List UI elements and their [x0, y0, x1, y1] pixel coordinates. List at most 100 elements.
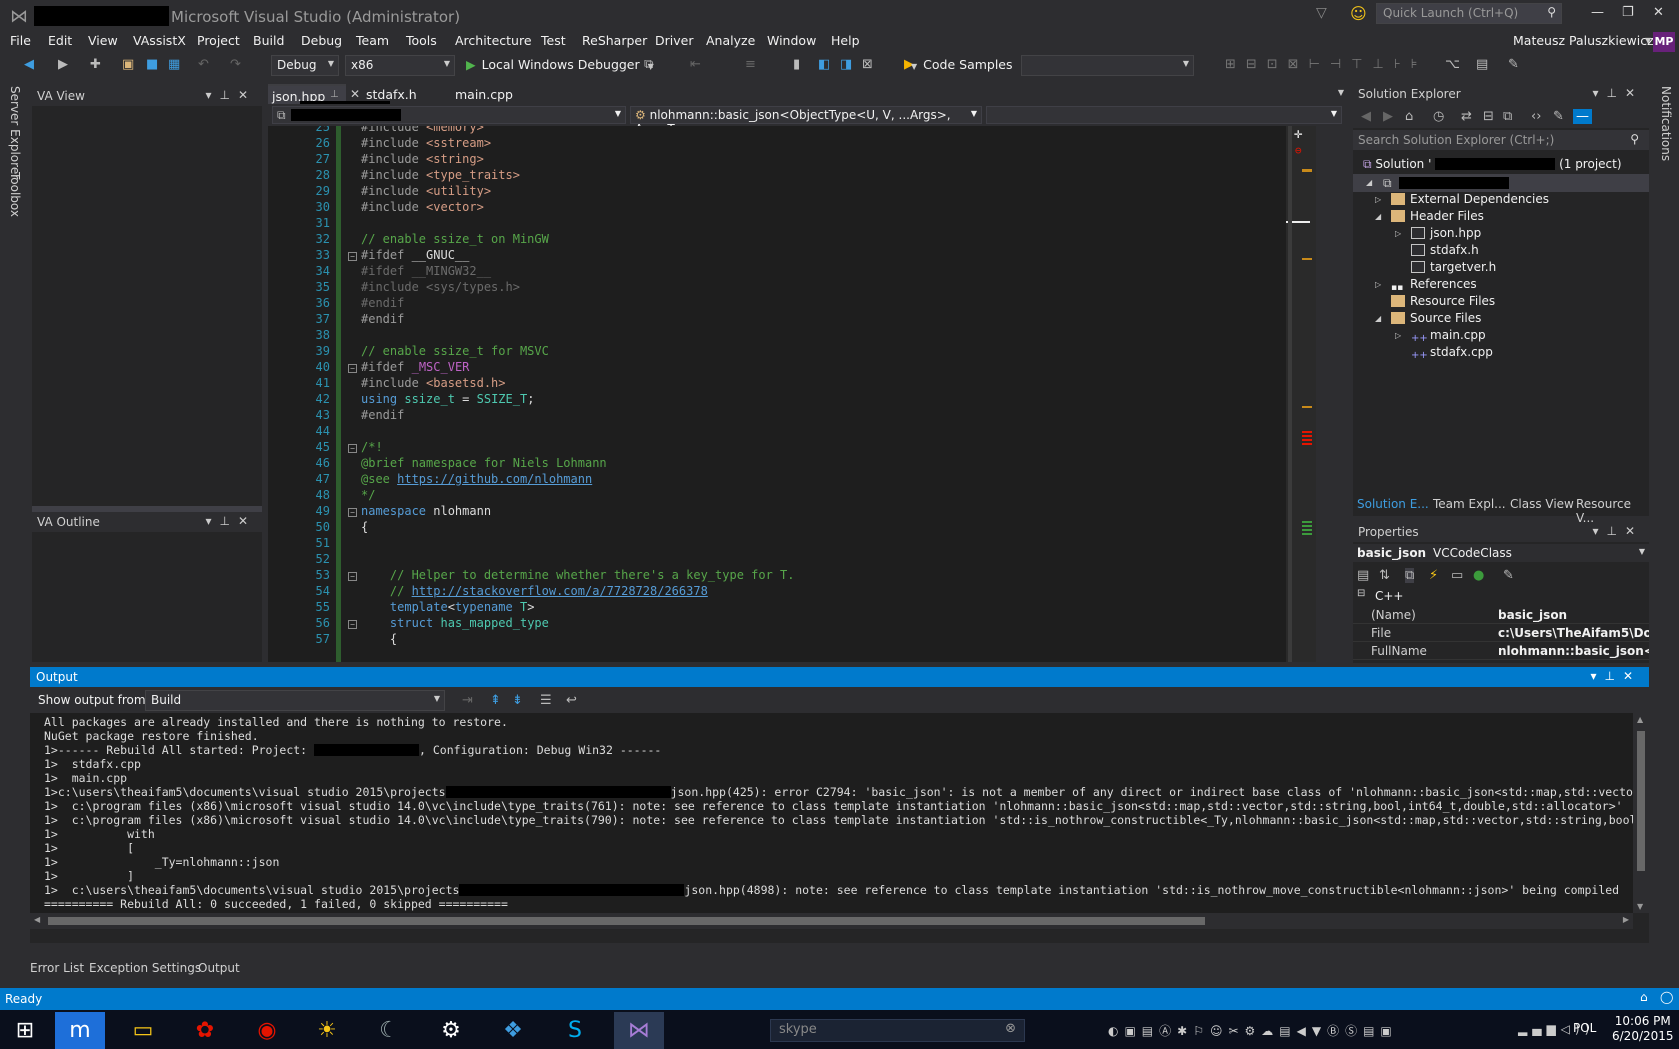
start-debugger-button[interactable]: ▶ Local Windows Debugger ▼ [466, 57, 654, 72]
pane-buttons[interactable]: ▾⊥✕ [205, 88, 256, 102]
start-button-icon[interactable]: ⊞ [0, 1012, 50, 1049]
save-icon[interactable]: ■ [146, 57, 158, 72]
pin-icon[interactable]: ⊥ [330, 89, 339, 100]
code-samples-search[interactable]: ▼ [1021, 55, 1194, 76]
pane-buttons[interactable]: ▾⊥✕ [1592, 86, 1643, 100]
project-node[interactable]: ◢ ⧉ [1353, 174, 1649, 192]
output-horizontal-scrollbar[interactable]: ◀ ▶ [30, 913, 1633, 929]
app-red-icon[interactable]: ✿ [180, 1012, 230, 1049]
media-player-icon[interactable]: ◉ [242, 1012, 292, 1049]
scroll-thumb[interactable] [48, 917, 1205, 925]
next-message-icon[interactable]: ⇟ [512, 693, 523, 708]
status-icon[interactable]: ● [1473, 568, 1484, 583]
word-wrap-icon[interactable]: ↩ [566, 693, 577, 708]
menu-test[interactable]: Test [541, 33, 566, 48]
tab-solution-explorer[interactable]: Solution E... [1357, 497, 1429, 511]
collapsed-triangle-icon[interactable]: ▷ [1395, 229, 1401, 238]
comment-icon[interactable]: ≡ [745, 57, 756, 72]
close-icon[interactable]: ⊗ [1005, 1021, 1016, 1036]
code-editor[interactable]: 25 26 27 28 29 30 31 32 33 34 35 36 37 38 39 40 41 42 43 44… [268, 126, 1316, 662]
output-text[interactable]: All packages are already installed and t… [30, 713, 1633, 913]
close-icon[interactable]: ✕ [350, 87, 360, 101]
tab-toolbox[interactable]: Toolbox [8, 172, 22, 217]
open-file-icon[interactable]: ▣ [122, 57, 134, 72]
bookmark-icon[interactable]: ▮ [793, 57, 800, 72]
steam-icon[interactable]: ⚙ [426, 1012, 476, 1049]
attach-icon[interactable]: ⧉ [644, 57, 653, 72]
tab-resource-view[interactable]: Resource V... [1576, 497, 1649, 525]
categorized-icon[interactable]: ▤ [1357, 568, 1369, 583]
menu-help[interactable]: Help [831, 33, 860, 48]
input-language[interactable]: POL [1573, 1021, 1596, 1035]
pane-buttons[interactable]: ▾⊥✕ [1590, 669, 1641, 683]
preview-icon[interactable]: — [1573, 109, 1592, 124]
app-sun-icon[interactable]: ☀ [302, 1012, 352, 1049]
forward-icon[interactable]: ▶ [58, 57, 68, 72]
avatar[interactable]: MP [1653, 32, 1675, 52]
fold-toggle-icon[interactable]: − [348, 444, 357, 453]
property-row[interactable]: File c:\Users\TheAifam5\Docum [1353, 624, 1649, 642]
expanded-triangle-icon[interactable]: ◢ [1375, 314, 1381, 323]
restore-button[interactable]: ❐ [1622, 5, 1634, 20]
tree-item[interactable]: targetver.h [1411, 260, 1496, 274]
events-icon[interactable]: ⚡ [1429, 568, 1438, 583]
wrench-icon[interactable]: ✎ [1503, 568, 1514, 583]
format-toolbar-icons[interactable]: ⊞⊟⊡⊠⊢⊣⊤⊥⊦⊧ [1225, 57, 1427, 72]
git-icon[interactable]: ⌥ [1445, 57, 1460, 72]
menu-resharper[interactable]: ReSharper [582, 33, 647, 48]
menu-window[interactable]: Window [767, 33, 816, 48]
solution-node[interactable]: ⧉ Solution ' (1 project) [1363, 157, 1622, 172]
menu-analyze[interactable]: Analyze [706, 33, 755, 48]
tab-exception-settings[interactable]: Exception Settings [89, 961, 201, 975]
tab-output[interactable]: Output [198, 961, 240, 975]
wrench-icon[interactable]: ✎ [1508, 57, 1519, 72]
prev-message-icon[interactable]: ⇞ [490, 693, 501, 708]
clock[interactable]: 10:06 PM 6/20/2015 [1612, 1014, 1674, 1044]
undo-icon[interactable]: ↶ [198, 57, 209, 72]
tab-class-view[interactable]: Class View [1510, 497, 1574, 511]
platform-dropdown[interactable]: x86 ▼ [345, 55, 455, 76]
file-explorer-icon[interactable]: ▭ [118, 1012, 168, 1049]
history-icon[interactable]: ◷ [1433, 109, 1444, 124]
menu-edit[interactable]: Edit [48, 33, 72, 48]
expanded-triangle-icon[interactable]: ◢ [1375, 212, 1381, 221]
properties-view-icon[interactable]: ⧉ [1405, 568, 1415, 583]
indent-icon[interactable]: ⇤ [690, 57, 701, 72]
tree-item[interactable]: ▷ ▪▪ References [1375, 277, 1477, 295]
configuration-dropdown[interactable]: Debug ▼ [271, 55, 339, 76]
find-message-icon[interactable]: ⇥ [462, 693, 473, 708]
menu-tools[interactable]: Tools [406, 33, 437, 48]
pane-buttons[interactable]: ▾⊥✕ [1592, 524, 1643, 538]
minimize-button[interactable]: — [1591, 5, 1604, 20]
bookmark-next-icon[interactable]: ◨ [840, 57, 852, 72]
scrollbar-track[interactable] [1288, 126, 1292, 662]
user-name[interactable]: Mateusz Paluszkiewicz [1513, 33, 1654, 48]
app-blue-icon[interactable]: ❖ [488, 1012, 538, 1049]
menu-build[interactable]: Build [253, 33, 284, 48]
bookmark-prev-icon[interactable]: ◧ [818, 57, 830, 72]
scope-dropdown[interactable]: ⧉ ▼ [272, 106, 626, 124]
show-all-files-icon[interactable]: ⧉ [1503, 109, 1512, 124]
scroll-thumb[interactable] [1637, 731, 1645, 871]
menu-architecture[interactable]: Architecture [455, 33, 532, 48]
property-pages-icon[interactable]: ▭ [1451, 568, 1463, 583]
bookmark-clear-icon[interactable]: ⊠ [862, 57, 873, 72]
scroll-up-icon[interactable]: ▲ [1637, 715, 1643, 724]
scroll-left-icon[interactable]: ◀ [34, 915, 40, 924]
fold-toggle-icon[interactable]: − [348, 572, 357, 581]
menu-view[interactable]: View [88, 33, 118, 48]
notification-icon[interactable]: ◯ [1660, 990, 1673, 1004]
tree-item[interactable]: ◢ Source Files [1375, 311, 1481, 325]
back-icon[interactable]: ◀ [24, 57, 34, 72]
collapsed-triangle-icon[interactable]: ▷ [1395, 331, 1401, 340]
menu-team[interactable]: Team [356, 33, 389, 48]
scroll-down-icon[interactable]: ▼ [1637, 902, 1643, 911]
function-dropdown[interactable]: ▼ [986, 106, 1342, 124]
notification-filter-icon[interactable]: ▽ [1316, 5, 1327, 21]
code-samples-button[interactable]: ▼ Code Samples [911, 57, 1013, 72]
maxthon-icon[interactable]: m [55, 1012, 105, 1049]
menu-driver[interactable]: Driver [655, 33, 693, 48]
quick-launch-input[interactable]: Quick Launch (Ctrl+Q) ⚲ [1376, 3, 1562, 24]
tab-server-explorer[interactable]: Server Explorer [8, 86, 22, 179]
tab-stdafx-h[interactable]: stdafx.h [362, 84, 421, 104]
